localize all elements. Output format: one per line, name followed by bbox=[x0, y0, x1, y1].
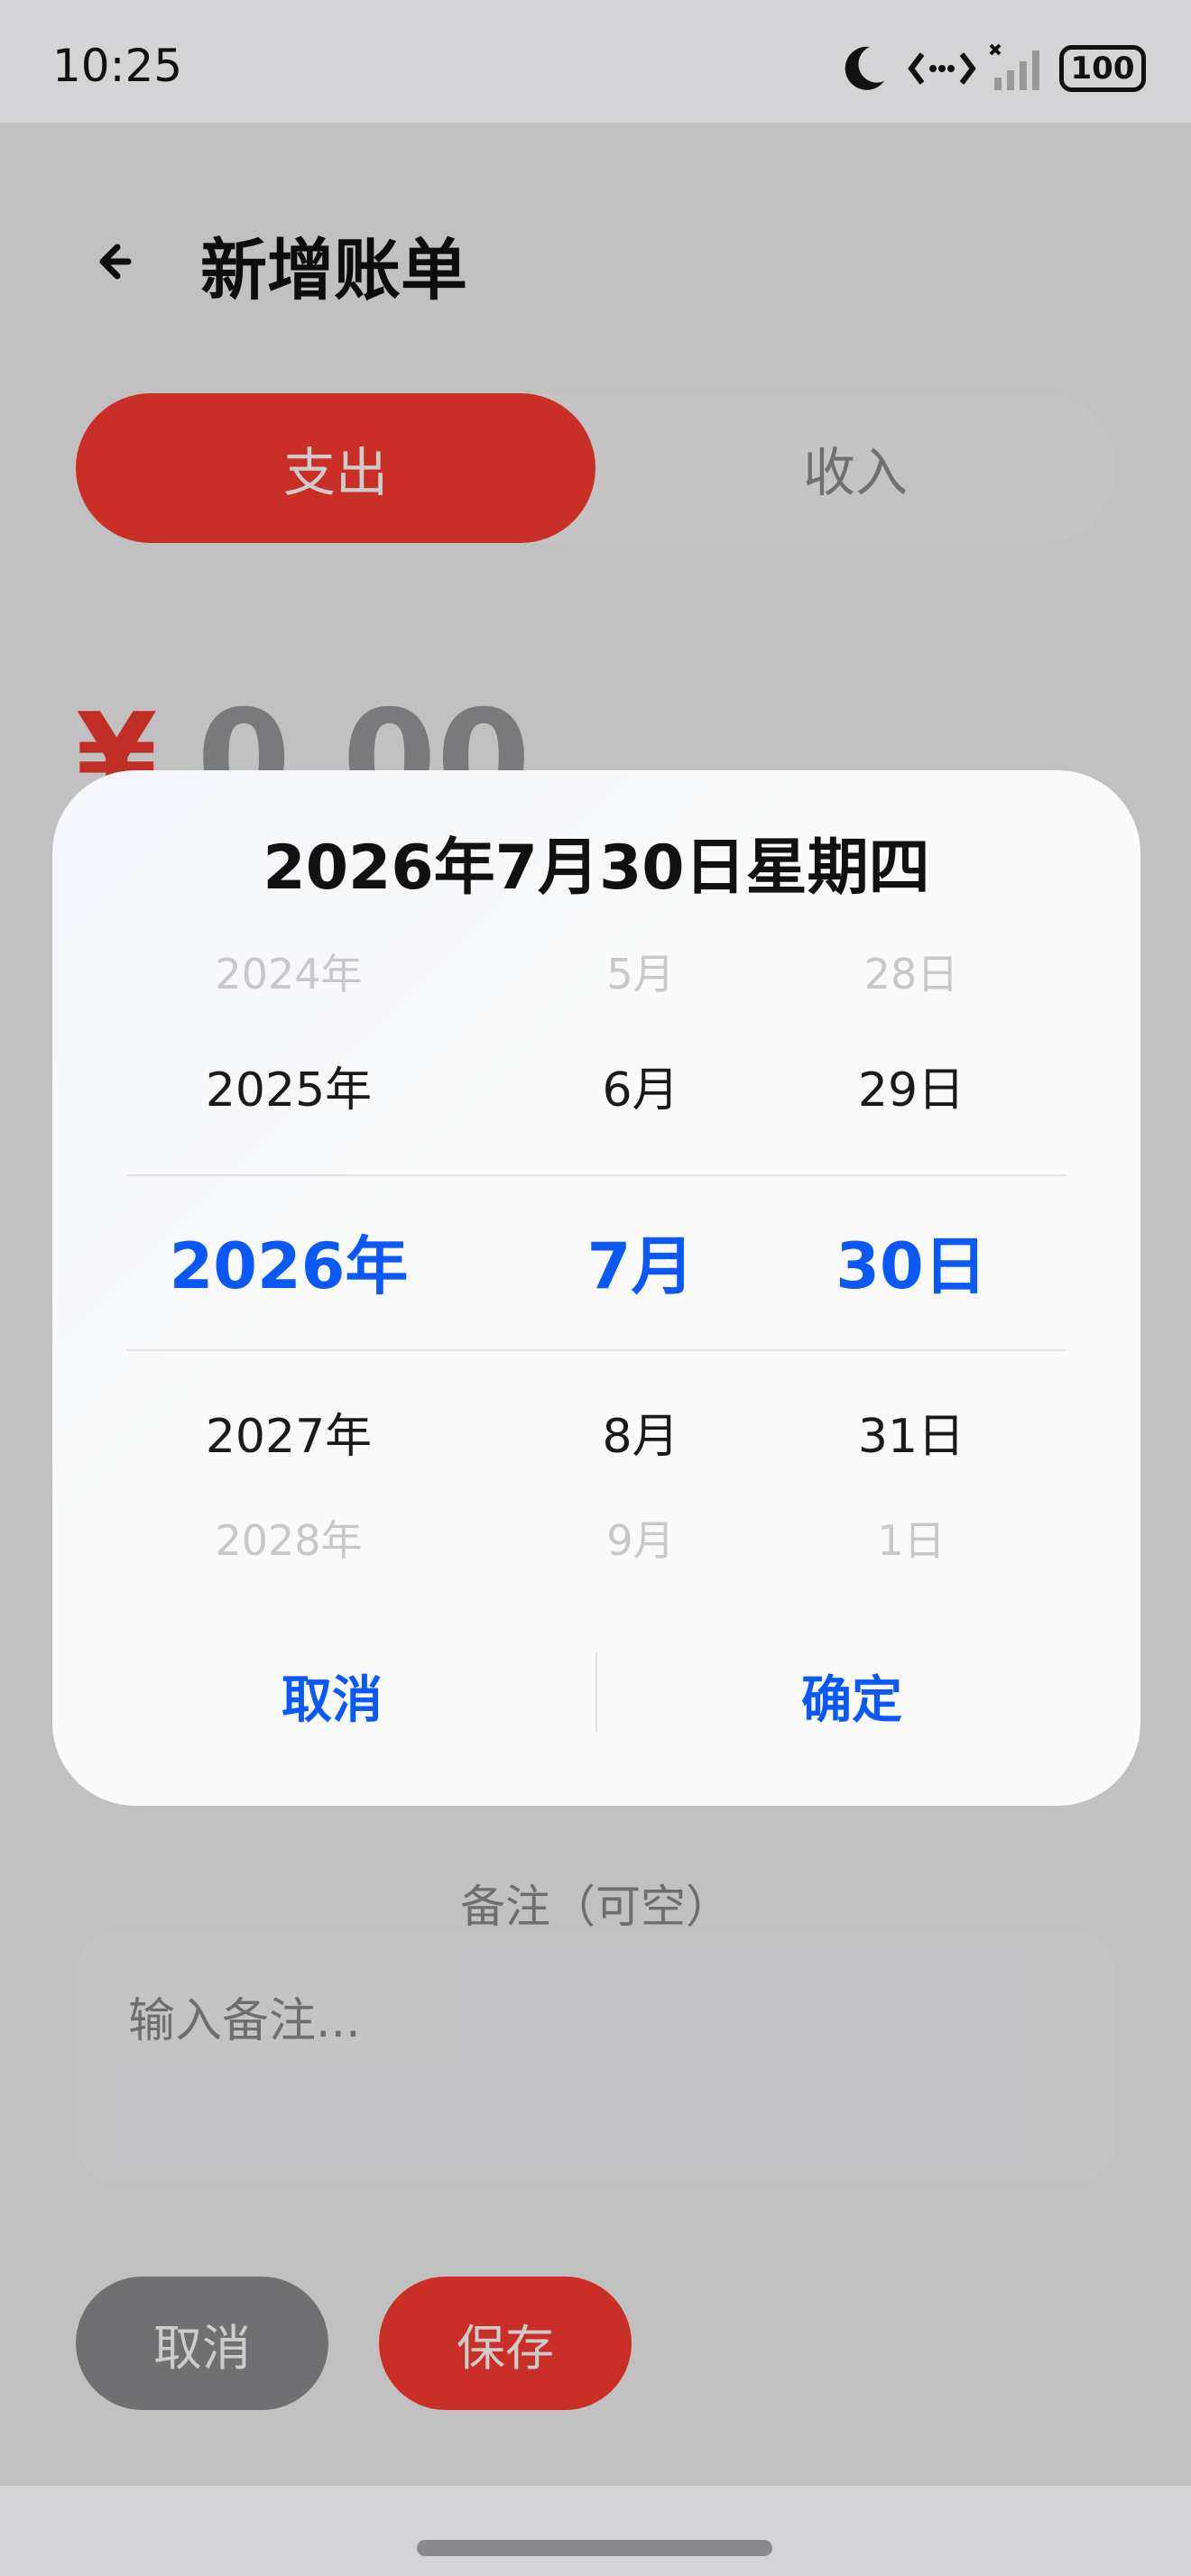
dialog-cancel-button[interactable]: 取消 bbox=[79, 1642, 585, 1750]
month-option[interactable]: 9月 bbox=[541, 1508, 740, 1568]
dialog-button-divider bbox=[596, 1652, 597, 1732]
year-option[interactable]: 2025年 bbox=[153, 1052, 424, 1119]
month-option[interactable]: 8月 bbox=[541, 1398, 740, 1466]
battery-level: 100 bbox=[1070, 51, 1135, 87]
day-option[interactable]: 28日 bbox=[812, 942, 1011, 1001]
navigation-bar bbox=[0, 2486, 1191, 2576]
month-option-selected[interactable]: 7月 bbox=[541, 1216, 740, 1307]
home-indicator[interactable] bbox=[417, 2540, 772, 2556]
day-option[interactable]: 29日 bbox=[812, 1052, 1011, 1119]
data-transfer-icon bbox=[908, 52, 976, 85]
moon-icon bbox=[845, 46, 884, 90]
date-picker-dialog: 2026年7月30日星期四 2024年 2025年 2026年 2027年 20… bbox=[52, 770, 1140, 1806]
date-picker-title: 2026年7月30日星期四 bbox=[263, 833, 930, 904]
status-bar: 10:25 100 bbox=[0, 0, 1191, 123]
year-wheel[interactable]: 2024年 2025年 2026年 2027年 2028年 bbox=[153, 924, 496, 1565]
month-option[interactable]: 6月 bbox=[541, 1052, 740, 1119]
year-option[interactable]: 2028年 bbox=[153, 1508, 424, 1568]
status-time: 10:25 bbox=[52, 40, 183, 92]
signal-icon bbox=[989, 43, 1039, 90]
month-option[interactable]: 5月 bbox=[541, 942, 740, 1001]
day-option[interactable]: 31日 bbox=[812, 1398, 1011, 1466]
day-option[interactable]: 1日 bbox=[812, 1508, 1011, 1568]
dialog-actions: 取消 确定 bbox=[52, 1642, 1140, 1750]
day-option-selected[interactable]: 30日 bbox=[812, 1216, 1011, 1307]
day-wheel[interactable]: 28日 29日 30日 31日 1日 bbox=[812, 924, 1155, 1565]
battery-icon: 100 bbox=[1059, 45, 1146, 92]
year-option[interactable]: 2024年 bbox=[153, 942, 424, 1001]
dialog-confirm-button[interactable]: 确定 bbox=[599, 1642, 1104, 1750]
year-option-selected[interactable]: 2026年 bbox=[153, 1216, 424, 1307]
year-option[interactable]: 2027年 bbox=[153, 1398, 424, 1466]
